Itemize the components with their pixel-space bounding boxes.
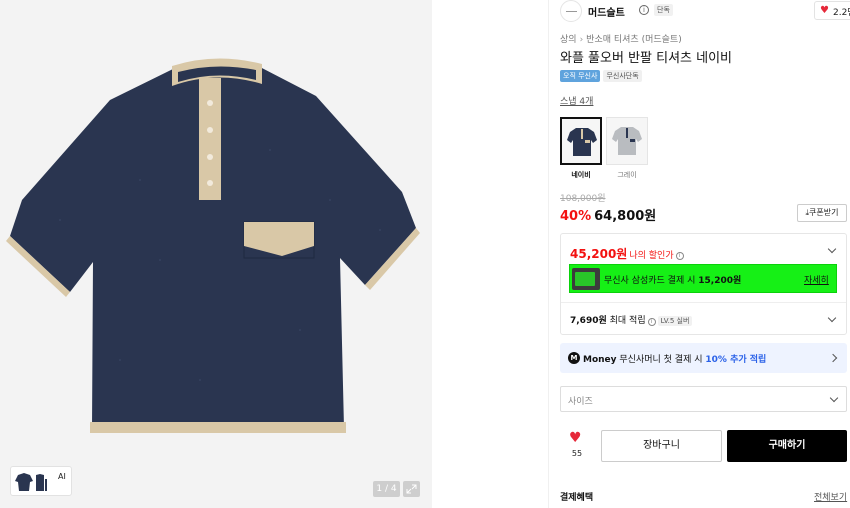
chevron-down-icon[interactable]: [827, 244, 837, 254]
thumbnail-image[interactable]: [14, 471, 54, 493]
original-price: 108,000원: [560, 194, 606, 204]
add-to-cart-button[interactable]: 장바구니: [601, 430, 722, 462]
shirt-thumbnail: [567, 128, 597, 156]
card-promo-text: 무신사 삼성카드 결제 시 15,200원: [604, 276, 742, 286]
brand-name[interactable]: 머드슬트: [588, 4, 625, 19]
musinsa-money-banner[interactable]: M Money 무신사머니 첫 결제 시 10% 추가 적립: [560, 343, 847, 373]
exclusive-badge: 무신사단독: [603, 70, 642, 82]
thumbnail-strip[interactable]: AI: [10, 466, 72, 496]
card-promo-banner[interactable]: 무신사 삼성카드 결제 시 15,200원 자세히: [569, 264, 837, 293]
chevron-right-icon: [828, 353, 838, 363]
member-level-badge: LV.5 실버: [657, 316, 693, 326]
product-page: AI 1 / 4 머드슬트 i 단독 ♥ 2.2만 상의›반소매 티셔츠 (머드…: [0, 0, 850, 508]
brand-logo[interactable]: [560, 0, 582, 22]
product-gallery[interactable]: AI 1 / 4: [0, 0, 432, 508]
size-placeholder: 사이즈: [568, 397, 593, 407]
heart-icon: ♥: [820, 5, 829, 16]
info-icon[interactable]: i: [675, 252, 684, 260]
brand-like-count: 2.2만: [833, 8, 850, 18]
product-title: 와플 풀오버 반팔 티셔츠 네이비: [560, 51, 733, 66]
card-detail-link[interactable]: 자세히: [804, 273, 829, 286]
view-all-link[interactable]: 전체보기: [814, 490, 847, 503]
like-button[interactable]: ♥ 55: [560, 430, 594, 464]
like-count: 55: [571, 449, 583, 458]
points-label: 최대 적립: [609, 316, 646, 326]
product-badges: 오직 무신사 무신사단독: [560, 70, 645, 82]
info-icon[interactable]: i: [639, 5, 649, 15]
my-price-label: 나의 할인가: [629, 251, 674, 261]
sale-price: 64,800원: [594, 209, 657, 224]
money-banner-text: Money 무신사머니 첫 결제 시 10% 추가 적립: [583, 355, 767, 365]
expand-button[interactable]: [403, 481, 420, 497]
product-info-panel: 머드슬트 i 단독 ♥ 2.2만 상의›반소매 티셔츠 (머드슬트) 와플 풀오…: [548, 0, 850, 508]
chevron-down-icon[interactable]: [827, 313, 837, 323]
buy-now-button[interactable]: 구매하기: [727, 430, 847, 462]
points-amount: 7,690원: [570, 316, 607, 326]
heart-icon: ♥: [569, 430, 582, 446]
coupon-button-label: 쿠폰받기: [809, 208, 839, 217]
divider: [561, 302, 846, 303]
my-price-amount: 45,200원: [570, 247, 628, 261]
ai-label: AI: [58, 472, 66, 481]
points-row[interactable]: 7,690원 최대 적립 i LV.5 실버: [570, 313, 693, 326]
my-discount-price[interactable]: 45,200원 나의 할인가 i: [570, 243, 684, 262]
color-label-gray: 그레이: [617, 171, 637, 179]
color-swatch-gray[interactable]: [606, 117, 648, 165]
payment-benefit-heading: 결제혜택: [560, 493, 594, 503]
size-select[interactable]: 사이즈: [560, 386, 847, 412]
brand-row: 머드슬트 i 단독 ♥ 2.2만: [560, 0, 850, 22]
color-label-navy: 네이비: [571, 171, 591, 179]
shirt-thumbnail: [612, 127, 642, 155]
expand-icon: [406, 484, 417, 494]
color-swatch-navy[interactable]: [560, 117, 602, 165]
card-image: [572, 268, 600, 290]
chevron-down-icon: [829, 393, 839, 403]
snap-link[interactable]: 스냅 4개: [560, 94, 593, 107]
benefit-box: 45,200원 나의 할인가 i 무신사 삼성카드 결제 시 15,200원 자세히…: [560, 233, 847, 335]
brand-like-button[interactable]: ♥ 2.2만: [814, 1, 850, 20]
breadcrumb: 상의 › 반소매 티셔츠 (머드슬트): [560, 32, 682, 45]
info-icon[interactable]: i: [647, 318, 656, 326]
price-row: 40% 64,800원: [560, 205, 656, 224]
coupon-button[interactable]: ⤓쿠폰받기: [797, 204, 847, 222]
product-image: [0, 0, 432, 508]
brand-exclusive-tag: 단독: [654, 4, 673, 16]
image-pager: 1 / 4: [373, 481, 400, 497]
discount-rate: 40%: [560, 209, 592, 224]
only-musinsa-badge: 오직 무신사: [560, 70, 601, 82]
breadcrumb-item[interactable]: 상의: [560, 35, 577, 45]
money-logo-icon: M: [568, 352, 580, 364]
breadcrumb-item[interactable]: 반소매 티셔츠 (머드슬트): [586, 35, 682, 45]
chevron-right-icon: ›: [579, 35, 584, 45]
